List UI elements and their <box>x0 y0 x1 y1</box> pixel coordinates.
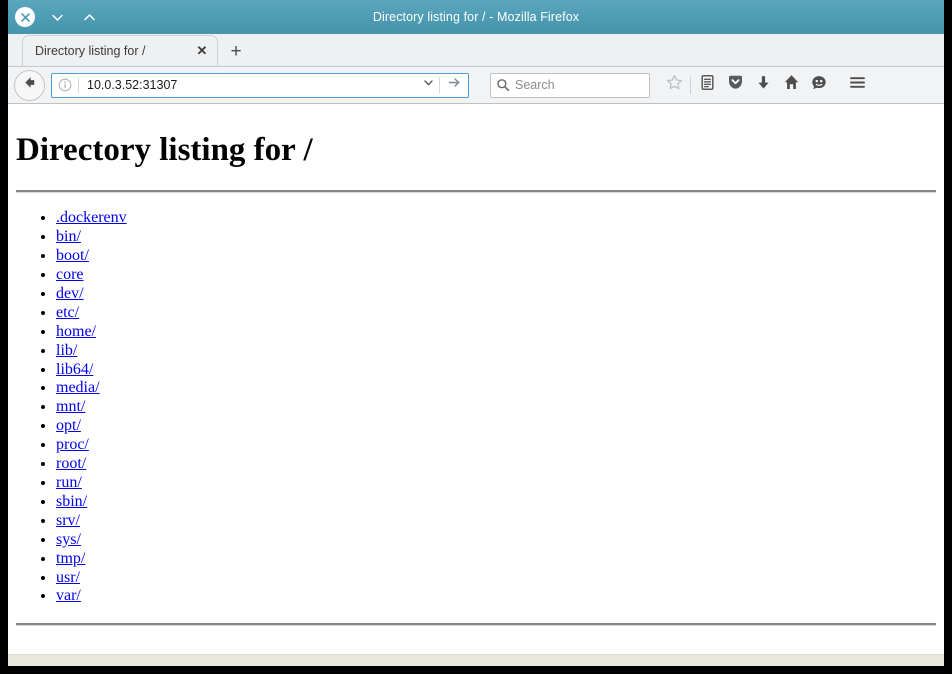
directory-link[interactable]: usr/ <box>56 569 80 586</box>
directory-link[interactable]: srv/ <box>56 512 80 529</box>
pocket-icon <box>726 73 745 97</box>
directory-link[interactable]: run/ <box>56 474 82 491</box>
arrow-right-icon <box>447 75 462 95</box>
window-minimize-button[interactable] <box>46 6 68 28</box>
list-item: media/ <box>56 379 936 398</box>
directory-link[interactable]: lib/ <box>56 342 77 359</box>
window-titlebar: Directory listing for / - Mozilla Firefo… <box>8 0 944 34</box>
directory-link[interactable]: home/ <box>56 323 96 340</box>
list-item: .dockerenv <box>56 209 936 228</box>
list-item: sbin/ <box>56 493 936 512</box>
window-close-button[interactable] <box>14 6 36 28</box>
list-item: tmp/ <box>56 550 936 569</box>
chevron-down-icon <box>422 76 435 94</box>
list-item: dev/ <box>56 285 936 304</box>
list-item: proc/ <box>56 436 936 455</box>
list-item: var/ <box>56 587 936 606</box>
back-button[interactable] <box>14 69 45 101</box>
list-item: srv/ <box>56 512 936 531</box>
list-item: etc/ <box>56 304 936 323</box>
directory-link[interactable]: tmp/ <box>56 550 85 567</box>
directory-link[interactable]: sys/ <box>56 531 81 548</box>
list-item: bin/ <box>56 228 936 247</box>
directory-link[interactable]: lib64/ <box>56 361 93 378</box>
list-item: root/ <box>56 455 936 474</box>
sync-account-button[interactable] <box>805 71 833 99</box>
chevron-up-icon <box>82 10 97 25</box>
sync-account-icon <box>810 74 828 97</box>
hamburger-menu-icon <box>848 73 867 97</box>
library-button[interactable] <box>693 71 721 99</box>
tab-label: Directory listing for / <box>35 44 146 58</box>
list-item: sys/ <box>56 531 936 550</box>
list-item: usr/ <box>56 569 936 588</box>
list-item: run/ <box>56 474 936 493</box>
bookmark-star-icon <box>666 74 683 96</box>
directory-listing: .dockerenv bin/boot/core dev/etc/home/lib/… <box>16 209 936 606</box>
home-button[interactable] <box>777 71 805 99</box>
url-bar[interactable]: 10.0.3.52:31307 <box>51 72 469 98</box>
bottom-divider <box>16 623 936 627</box>
tab-strip: Directory listing for / ✕ + <box>8 34 944 67</box>
directory-link[interactable]: .dockerenv <box>56 209 127 226</box>
top-divider <box>16 190 936 194</box>
directory-link[interactable]: dev/ <box>56 285 84 302</box>
search-bar[interactable]: Search <box>490 72 650 98</box>
search-icon <box>491 78 515 92</box>
toolbar-icon-group <box>660 71 938 99</box>
directory-link[interactable]: opt/ <box>56 417 81 434</box>
url-history-dropdown-button[interactable] <box>417 76 439 94</box>
directory-link[interactable]: mnt/ <box>56 398 85 415</box>
directory-link[interactable]: root/ <box>56 455 86 472</box>
window-maximize-button[interactable] <box>78 6 100 28</box>
directory-link[interactable]: var/ <box>56 587 81 604</box>
search-input[interactable]: Search <box>515 78 555 92</box>
tab-directory-listing[interactable]: Directory listing for / ✕ <box>22 35 218 66</box>
directory-link[interactable]: media/ <box>56 379 100 396</box>
directory-link[interactable]: sbin/ <box>56 493 87 510</box>
list-item: mnt/ <box>56 398 936 417</box>
directory-link[interactable]: bin/ <box>56 228 81 245</box>
list-item: opt/ <box>56 417 936 436</box>
window-controls <box>8 6 100 28</box>
page-content: Directory listing for / .dockerenv bin/bo… <box>8 104 944 654</box>
pocket-button[interactable] <box>721 71 749 99</box>
tab-close-icon[interactable]: ✕ <box>193 42 211 60</box>
screen: Directory listing for / - Mozilla Firefo… <box>0 0 952 674</box>
navigation-toolbar: 10.0.3.52:31307 Search <box>8 67 944 104</box>
new-tab-button[interactable]: + <box>221 36 251 66</box>
library-icon <box>699 74 716 96</box>
chevron-down-icon <box>50 10 65 25</box>
list-item: boot/ <box>56 247 936 266</box>
bookmark-star-button[interactable] <box>660 71 688 99</box>
info-icon[interactable] <box>52 78 78 92</box>
directory-link[interactable]: proc/ <box>56 436 89 453</box>
home-icon <box>782 73 801 97</box>
toolbar-separator <box>690 76 691 94</box>
list-item: lib64/ <box>56 361 936 380</box>
directory-link[interactable]: core <box>56 266 84 283</box>
firefox-window: Directory listing for / - Mozilla Firefo… <box>8 0 944 666</box>
url-input[interactable]: 10.0.3.52:31307 <box>79 78 417 92</box>
close-icon <box>15 7 35 27</box>
page-title: Directory listing for / <box>16 132 313 168</box>
window-title: Directory listing for / - Mozilla Firefo… <box>372 10 580 24</box>
downloads-icon <box>755 74 772 96</box>
back-arrow-icon <box>21 74 38 96</box>
directory-link[interactable]: etc/ <box>56 304 79 321</box>
list-item: home/ <box>56 323 936 342</box>
downloads-button[interactable] <box>749 71 777 99</box>
hamburger-menu-button[interactable] <box>843 71 871 99</box>
list-item: lib/ <box>56 342 936 361</box>
directory-link[interactable]: boot/ <box>56 247 89 264</box>
list-item: core <box>56 266 936 285</box>
go-button[interactable] <box>439 75 468 95</box>
bottom-status-strip <box>8 654 944 666</box>
